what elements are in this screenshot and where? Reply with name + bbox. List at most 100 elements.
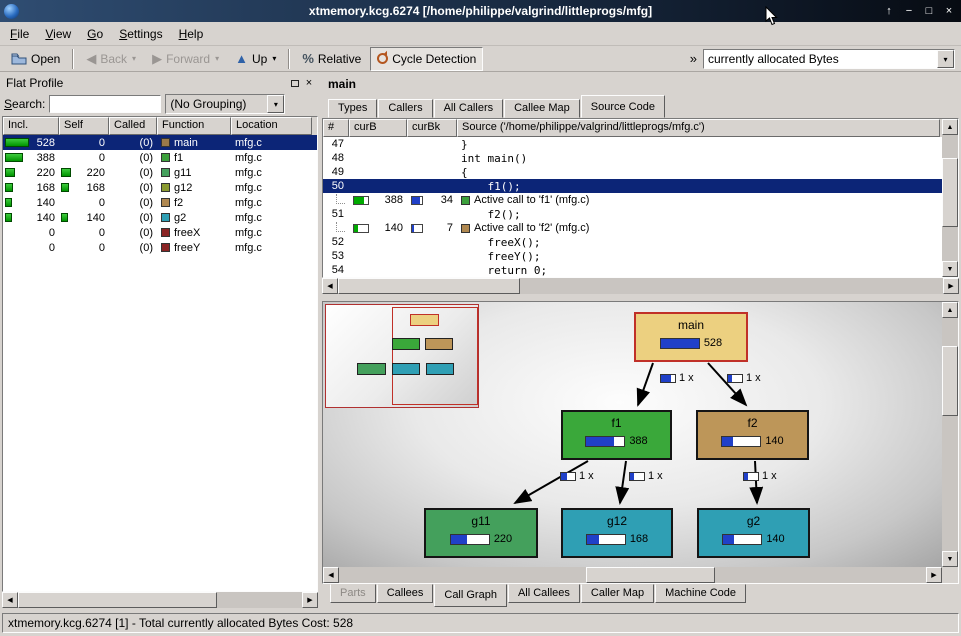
- function-row-f2[interactable]: 1400(0)f2mfg.c: [3, 195, 317, 210]
- source-line-54[interactable]: 54 return 0;: [323, 263, 942, 277]
- source-line-48[interactable]: 48int main(): [323, 151, 942, 165]
- function-row-freeX[interactable]: 00(0)freeXmfg.c: [3, 225, 317, 240]
- forward-label: Forward: [166, 52, 210, 66]
- edge-label-f1-g11: 1 x: [560, 470, 594, 482]
- dock-header[interactable]: Flat Profile ×: [2, 74, 318, 92]
- function-row-g12[interactable]: 168168(0)g12mfg.c: [3, 180, 317, 195]
- scroll-right-button[interactable]: ▶: [926, 567, 942, 583]
- column-header-location[interactable]: Location: [231, 117, 312, 135]
- source-line-52[interactable]: 52 freeX();: [323, 235, 942, 249]
- source-line-49[interactable]: 49{: [323, 165, 942, 179]
- toolbar-extension-icon[interactable]: »: [686, 51, 701, 66]
- column-header-incl[interactable]: Incl.: [3, 117, 59, 135]
- grouping-combo[interactable]: (No Grouping) ▾: [165, 94, 285, 114]
- tab-callers[interactable]: Callers: [378, 99, 432, 118]
- tree-branch-icon: [336, 222, 345, 232]
- scroll-up-button[interactable]: ▲: [942, 119, 958, 135]
- dock-float-button[interactable]: [288, 76, 302, 90]
- scroll-down-button[interactable]: ▼: [942, 261, 958, 277]
- tab-caller-map[interactable]: Caller Map: [581, 584, 654, 603]
- column-header-called[interactable]: Called: [109, 117, 157, 135]
- relative-button[interactable]: % Relative: [295, 47, 368, 71]
- source-line-47[interactable]: 47}: [323, 137, 942, 151]
- tab-call-graph[interactable]: Call Graph: [434, 584, 507, 607]
- function-row-g2[interactable]: 140140(0)g2mfg.c: [3, 210, 317, 225]
- up-label: Up: [252, 52, 267, 66]
- scroll-right-button[interactable]: ▶: [302, 592, 318, 608]
- source-column-#[interactable]: #: [323, 119, 349, 137]
- graph-node-main[interactable]: main528: [634, 312, 748, 362]
- tab-source-code[interactable]: Source Code: [581, 95, 665, 118]
- tab-callees[interactable]: Callees: [377, 584, 434, 603]
- scroll-track[interactable]: [339, 567, 926, 583]
- function-row-f1[interactable]: 3880(0)f1mfg.c: [3, 150, 317, 165]
- flat-profile-hscrollbar[interactable]: ◀▶: [2, 592, 318, 608]
- source-hscrollbar[interactable]: ◀▶: [322, 278, 959, 294]
- call-annotation-row[interactable]: 1407Active call to 'f2' (mfg.c): [323, 221, 942, 235]
- menu-go[interactable]: Go: [79, 24, 111, 44]
- cycle-detection-button[interactable]: Cycle Detection: [370, 47, 483, 71]
- scroll-track[interactable]: [942, 318, 958, 551]
- tab-machine-code[interactable]: Machine Code: [655, 584, 746, 603]
- menu-help[interactable]: Help: [171, 24, 212, 44]
- splitter-handle[interactable]: [322, 294, 959, 301]
- minimize-button[interactable]: −: [901, 3, 917, 19]
- graph-hscrollbar[interactable]: ◀▶: [323, 567, 942, 583]
- source-column-sourcehome[interactable]: Source ('/home/philippe/valgrind/littlep…: [457, 119, 940, 137]
- scroll-thumb[interactable]: [586, 567, 715, 583]
- scroll-left-button[interactable]: ◀: [322, 278, 338, 294]
- graph-node-g2[interactable]: g2140: [697, 508, 810, 558]
- maximize-button[interactable]: □: [921, 3, 937, 19]
- graph-overview[interactable]: [325, 304, 479, 408]
- scroll-thumb[interactable]: [942, 158, 958, 227]
- source-column-curb[interactable]: curB: [349, 119, 407, 137]
- open-button[interactable]: Open: [4, 47, 67, 71]
- menu-settings[interactable]: Settings: [111, 24, 170, 44]
- shade-button[interactable]: ↑: [881, 3, 897, 19]
- scroll-left-button[interactable]: ◀: [2, 592, 18, 608]
- up-button[interactable]: ▲ Up ▾: [228, 47, 283, 71]
- function-row-main[interactable]: 5280(0)mainmfg.c: [3, 135, 317, 150]
- column-header-function[interactable]: Function: [157, 117, 231, 135]
- close-button[interactable]: ×: [941, 3, 957, 19]
- menu-file[interactable]: File: [2, 24, 37, 44]
- source-vscrollbar[interactable]: ▲▼: [942, 119, 958, 277]
- tab-all-callers[interactable]: All Callers: [434, 99, 504, 118]
- scroll-up-button[interactable]: ▲: [942, 302, 958, 318]
- function-row-freeY[interactable]: 00(0)freeYmfg.c: [3, 240, 317, 255]
- column-header-self[interactable]: Self: [59, 117, 109, 135]
- forward-button[interactable]: ▶ Forward ▾: [145, 47, 226, 71]
- scroll-track[interactable]: [942, 135, 958, 261]
- grouping-dropdown-icon[interactable]: ▾: [267, 95, 284, 113]
- tab-callee-map[interactable]: Callee Map: [504, 99, 580, 118]
- menu-view[interactable]: View: [37, 24, 79, 44]
- back-button[interactable]: ◀ Back ▾: [79, 47, 143, 71]
- dock-close-button[interactable]: ×: [302, 76, 316, 90]
- graph-node-f1[interactable]: f1388: [561, 410, 672, 460]
- tab-types[interactable]: Types: [328, 99, 377, 118]
- graph-node-f2[interactable]: f2140: [696, 410, 809, 460]
- source-line-51[interactable]: 51 f2();: [323, 207, 942, 221]
- title-bar[interactable]: xtmemory.kcg.6274 [/home/philippe/valgri…: [0, 0, 961, 22]
- scroll-thumb[interactable]: [18, 592, 217, 608]
- combo-dropdown-icon[interactable]: ▾: [937, 50, 954, 68]
- source-line-53[interactable]: 53 freeY();: [323, 249, 942, 263]
- scroll-left-button[interactable]: ◀: [323, 567, 339, 583]
- scroll-right-button[interactable]: ▶: [943, 278, 959, 294]
- source-line-50[interactable]: 50 f1();: [323, 179, 942, 193]
- call-graph-canvas[interactable]: 1 x1 x1 x1 x1 xmain528f1388f2140g11220g1…: [323, 302, 942, 567]
- scroll-thumb[interactable]: [942, 346, 958, 416]
- source-column-curbk[interactable]: curBk: [407, 119, 457, 137]
- function-row-g11[interactable]: 220220(0)g11mfg.c: [3, 165, 317, 180]
- scroll-thumb[interactable]: [338, 278, 520, 294]
- search-input[interactable]: [49, 95, 161, 113]
- scroll-track[interactable]: [338, 278, 943, 294]
- cost-type-combo[interactable]: currently allocated Bytes ▾: [703, 49, 955, 69]
- tab-all-callees[interactable]: All Callees: [508, 584, 580, 603]
- scroll-track[interactable]: [18, 592, 302, 608]
- graph-node-g12[interactable]: g12168: [561, 508, 673, 558]
- graph-node-g11[interactable]: g11220: [424, 508, 538, 558]
- graph-vscrollbar[interactable]: ▲▼: [942, 302, 958, 567]
- call-annotation-row[interactable]: 38834Active call to 'f1' (mfg.c): [323, 193, 942, 207]
- scroll-down-button[interactable]: ▼: [942, 551, 958, 567]
